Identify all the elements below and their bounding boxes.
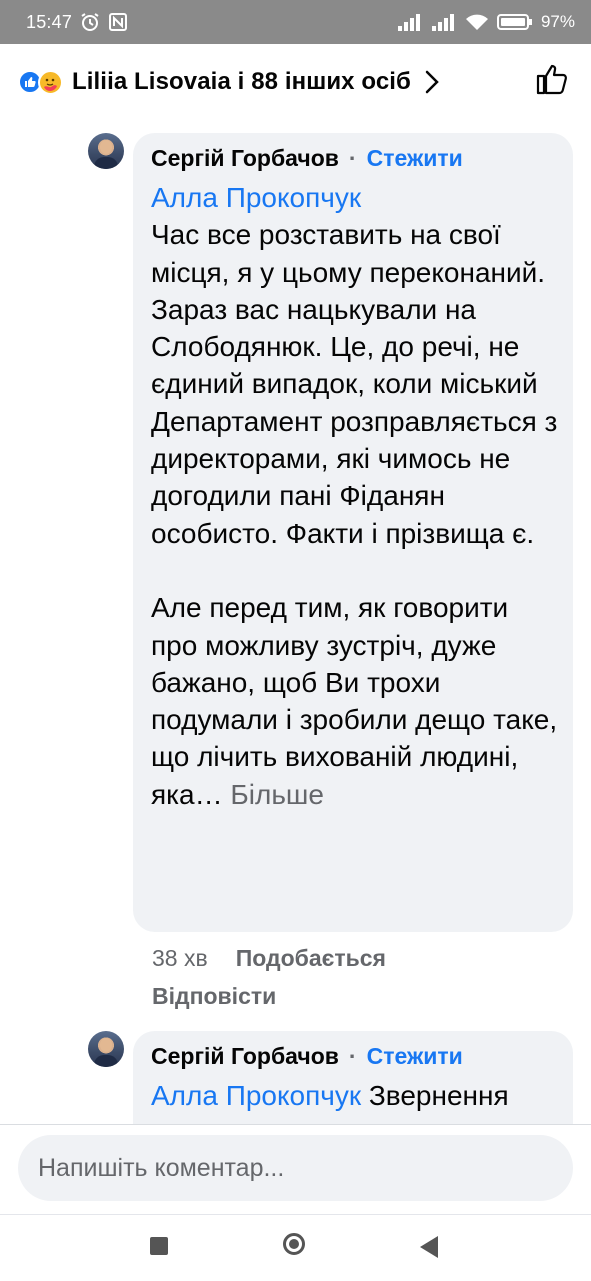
battery-icon xyxy=(496,13,533,31)
comment-author-line: Сергій Горбачов · Стежити xyxy=(151,145,463,172)
comment-author[interactable]: Сергій Горбачов xyxy=(151,1043,339,1070)
system-nav-bar xyxy=(0,1214,591,1281)
reactions-header[interactable]: Liliia Lisovaia і 88 інших осіб xyxy=(0,44,591,120)
alarm-icon xyxy=(80,12,100,32)
avatar[interactable] xyxy=(88,133,124,169)
like-link[interactable]: Подобається xyxy=(236,945,386,971)
comment-actions: 38 хв Подобається xyxy=(152,945,386,972)
chevron-right-icon[interactable] xyxy=(425,70,439,94)
reactions-summary[interactable]: Liliia Lisovaia і 88 інших осіб xyxy=(72,68,411,96)
recent-apps-icon[interactable] xyxy=(150,1237,168,1255)
mention-link[interactable]: Алла Прокопчук xyxy=(151,182,361,213)
avatar[interactable] xyxy=(88,1031,124,1067)
comment-author[interactable]: Сергій Горбачов xyxy=(151,145,339,172)
follow-link[interactable]: Стежити xyxy=(367,145,463,172)
comment-author-line: Сергій Горбачов · Стежити xyxy=(151,1043,463,1070)
status-bar: 15:47 97% xyxy=(0,0,591,44)
care-reaction-icon xyxy=(38,70,63,95)
comment-body: Алла Прокопчук Час все розставить на сво… xyxy=(151,179,559,813)
back-icon[interactable] xyxy=(420,1236,438,1258)
reaction-icons xyxy=(18,68,64,96)
comment-text: Звернення xyxy=(368,1080,509,1111)
signal-icon-2 xyxy=(431,13,457,31)
battery-level: 97% xyxy=(540,12,575,31)
clock: 15:47 xyxy=(26,11,73,32)
comment-text: Час все розставить на свої місця, я у ць… xyxy=(151,219,558,810)
see-more-link[interactable]: Більше xyxy=(230,779,324,810)
comment-body: Алла Прокопчук Звернення xyxy=(151,1077,559,1114)
home-icon[interactable] xyxy=(283,1233,305,1255)
comment-bubble: Сергій Горбачов · Стежити Алла Прокопчук… xyxy=(133,133,573,932)
signal-icon xyxy=(397,13,423,31)
follow-link[interactable]: Стежити xyxy=(367,1043,463,1070)
reply-link[interactable]: Відповісти xyxy=(152,983,276,1010)
like-thumb-icon[interactable] xyxy=(535,62,569,101)
mention-link[interactable]: Алла Прокопчук xyxy=(151,1080,361,1111)
comment-composer-bar: Напишіть коментар... xyxy=(0,1124,591,1215)
comment-input[interactable]: Напишіть коментар... xyxy=(18,1135,573,1201)
nfc-icon xyxy=(108,12,128,32)
wifi-icon xyxy=(465,13,489,31)
comment-time: 38 хв xyxy=(152,945,208,971)
